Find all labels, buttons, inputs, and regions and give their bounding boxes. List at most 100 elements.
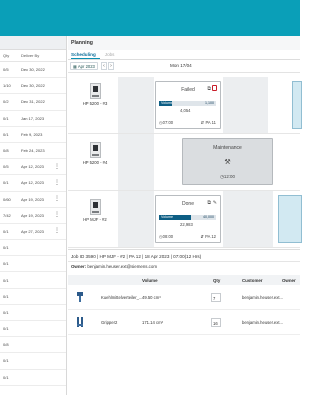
list-item[interactable]: 0/1 <box>0 321 66 338</box>
job-owner: Owner: benjamin.heuser.ext@siemens.com <box>71 264 157 269</box>
part-owner: benjamin.heuser.ext... <box>242 320 283 325</box>
qty-input[interactable]: 7 <box>211 293 221 302</box>
order-deliver-by: Apr 27, 2023 <box>21 228 44 234</box>
order-qty: 0/1 <box>3 309 9 315</box>
orders-list: 0/5 Dec 30, 2022 1/10 Dec 30, 2022 0/2 Dec 31… <box>0 62 66 386</box>
table-row[interactable]: Gripper2 171.14 cm³ 16 benjamin.heuser.e… <box>68 311 300 335</box>
list-item[interactable]: 0/5 Apr 12, 2023 ⋮ <box>0 159 66 176</box>
list-item[interactable]: 0/1 <box>0 305 66 321</box>
list-item[interactable]: 0/1 <box>0 353 66 370</box>
schedule-navigation: ▦ Apr 2023 ‹ › Mon 17/04 <box>68 60 300 73</box>
list-item[interactable]: 0/1 Apr 12, 2023 ⋮ <box>0 175 66 192</box>
order-qty: 0/1 <box>3 358 9 364</box>
list-item[interactable]: 0/1 Feb 9, 2023 <box>0 127 66 143</box>
job-card-edge[interactable] <box>278 195 302 243</box>
order-qty: 0/5 <box>3 67 9 73</box>
order-deliver-by: Jan 17, 2023 <box>21 115 45 121</box>
qty-column-header: Qty <box>3 53 10 58</box>
app-header-bar <box>0 0 300 36</box>
printer-item[interactable]: HP 5200 - #3 <box>82 83 108 106</box>
volume-column-header: Volume <box>142 278 158 283</box>
list-item[interactable]: 0/8 Feb 24, 2023 <box>0 143 66 160</box>
prev-day-button[interactable]: ‹ <box>101 62 107 70</box>
part-thumbnail-icon <box>77 292 83 302</box>
order-deliver-by: Dec 31, 2022 <box>21 99 45 105</box>
planning-tabs: Scheduling Jobs <box>68 50 300 60</box>
list-item[interactable]: 0/1 <box>0 240 66 257</box>
start-time: 08:00 <box>162 234 174 239</box>
open-external-icon[interactable]: ⧉ <box>207 86 211 92</box>
printer-item[interactable]: HP MJF - #2 <box>82 199 108 222</box>
list-item[interactable]: 0/1 <box>0 256 66 273</box>
printer-lane: HP 5200 - #3 Failed ⧉ Volume 1,100 4,054… <box>68 77 302 134</box>
maintenance-label: Maintenance <box>213 145 242 151</box>
planning-panel: Planning Scheduling Jobs ▦ Apr 2023 ‹ › … <box>68 36 302 395</box>
job-card-edge[interactable] <box>292 81 302 129</box>
order-deliver-by: Apr 12, 2023 <box>21 180 44 186</box>
planning-title: Planning <box>68 36 300 50</box>
row-menu-icon[interactable]: ⋮ <box>54 228 60 234</box>
order-qty: 0/1 <box>3 115 9 121</box>
volume-bar-value: 40,000 <box>191 215 216 220</box>
order-qty: 0/8 <box>3 342 9 348</box>
order-qty: 0/1 <box>3 293 9 299</box>
row-menu-icon[interactable]: ⋮ <box>54 164 60 170</box>
printer-icon <box>89 83 101 99</box>
qty-input[interactable]: 16 <box>211 318 221 327</box>
order-qty: 0/1 <box>3 245 9 251</box>
tab-jobs[interactable]: Jobs <box>105 50 119 59</box>
job-card-done[interactable]: Done ⧉ ✎ Volume 40,000 22,983 ◷08:00 ⇵ P… <box>155 195 221 243</box>
part-volume: 49.50 cm³ <box>142 295 161 300</box>
order-deliver-by: Apr 12, 2023 <box>21 164 44 170</box>
job-meta: ◷08:00 ⇵ PA 12 <box>159 234 216 239</box>
list-item[interactable]: 0/5 Dec 30, 2022 <box>0 62 66 79</box>
order-qty: 0/2 <box>3 99 9 105</box>
list-item[interactable]: 1/10 Dec 30, 2022 <box>0 78 66 95</box>
maintenance-time: ◷12:00 <box>220 174 235 179</box>
open-external-icon[interactable]: ⧉ <box>207 200 211 206</box>
schedule-lanes: HP 5200 - #3 Failed ⧉ Volume 1,100 4,054… <box>68 77 302 249</box>
job-meta: ◷07:00 ⇵ PA 11 <box>159 120 216 125</box>
list-item[interactable]: 0/2 Dec 31, 2022 <box>0 94 66 111</box>
deliver-by-column-header: Deliver By <box>21 53 40 58</box>
parts-table-header: Volume Qty Customer Owner <box>68 275 300 285</box>
job-card-failed[interactable]: Failed ⧉ Volume 1,100 4,054 ◷07:00 ⇵ PA … <box>155 81 221 129</box>
volume-bar: Volume 1,100 <box>159 101 216 106</box>
date-picker-button[interactable]: ▦ Apr 2023 <box>70 62 98 70</box>
list-item[interactable]: 0/60 Apr 19, 2023 ⋮ <box>0 192 66 208</box>
row-menu-icon[interactable]: ⋮ <box>54 196 60 202</box>
volume-bar-fill: Volume <box>159 101 173 106</box>
printer-name: HP 5200 - #4 <box>82 160 108 165</box>
tab-scheduling[interactable]: Scheduling <box>71 50 100 59</box>
date-picker-label: Apr 2023 <box>77 64 95 69</box>
list-item[interactable]: 0/1 <box>0 289 66 305</box>
list-item[interactable]: 0/1 <box>0 272 66 289</box>
maintenance-card[interactable]: Maintenance ⚒ ◷12:00 <box>182 138 273 185</box>
order-qty: 0/1 <box>3 261 9 267</box>
table-row[interactable]: Kuehlmittelverteiler_... 49.50 cm³ 7 ben… <box>68 286 300 310</box>
material-label: PA 11 <box>205 120 216 125</box>
owner-column-header: Owner <box>282 278 296 283</box>
order-qty: 0/8 <box>3 148 9 154</box>
job-summary-bar: Job ID 3590 | HP MJF - #2 | PA 12 | 18 A… <box>68 249 300 262</box>
volume-sub-value: 22,983 <box>180 222 193 227</box>
part-thumbnail-icon <box>77 317 83 327</box>
edit-icon[interactable]: ✎ <box>213 200 217 206</box>
printer-item[interactable]: HP 5200 - #4 <box>82 142 108 165</box>
material-label: PA 12 <box>205 234 216 239</box>
printer-name: HP MJF - #2 <box>83 217 107 222</box>
row-menu-icon[interactable]: ⋮ <box>54 212 60 218</box>
list-item[interactable]: 0/1 Apr 27, 2023 ⋮ <box>0 224 66 241</box>
order-qty: 0/1 <box>3 131 9 137</box>
list-item[interactable]: 0/1 Jan 17, 2023 <box>0 111 66 127</box>
volume-bar-fill: Volume <box>159 215 192 220</box>
order-qty: 0/5 <box>3 164 9 170</box>
list-item[interactable]: 0/1 <box>0 370 66 386</box>
list-item[interactable]: 0/8 <box>0 337 66 354</box>
next-day-button[interactable]: › <box>108 62 114 70</box>
printer-lane: HP 5200 - #4 Maintenance ⚒ ◷12:00 <box>68 134 300 191</box>
part-volume: 171.14 cm³ <box>142 320 163 325</box>
customer-column-header: Customer <box>242 278 263 283</box>
row-menu-icon[interactable]: ⋮ <box>54 180 60 186</box>
list-item[interactable]: 7/42 Apr 19, 2023 ⋮ <box>0 208 66 224</box>
